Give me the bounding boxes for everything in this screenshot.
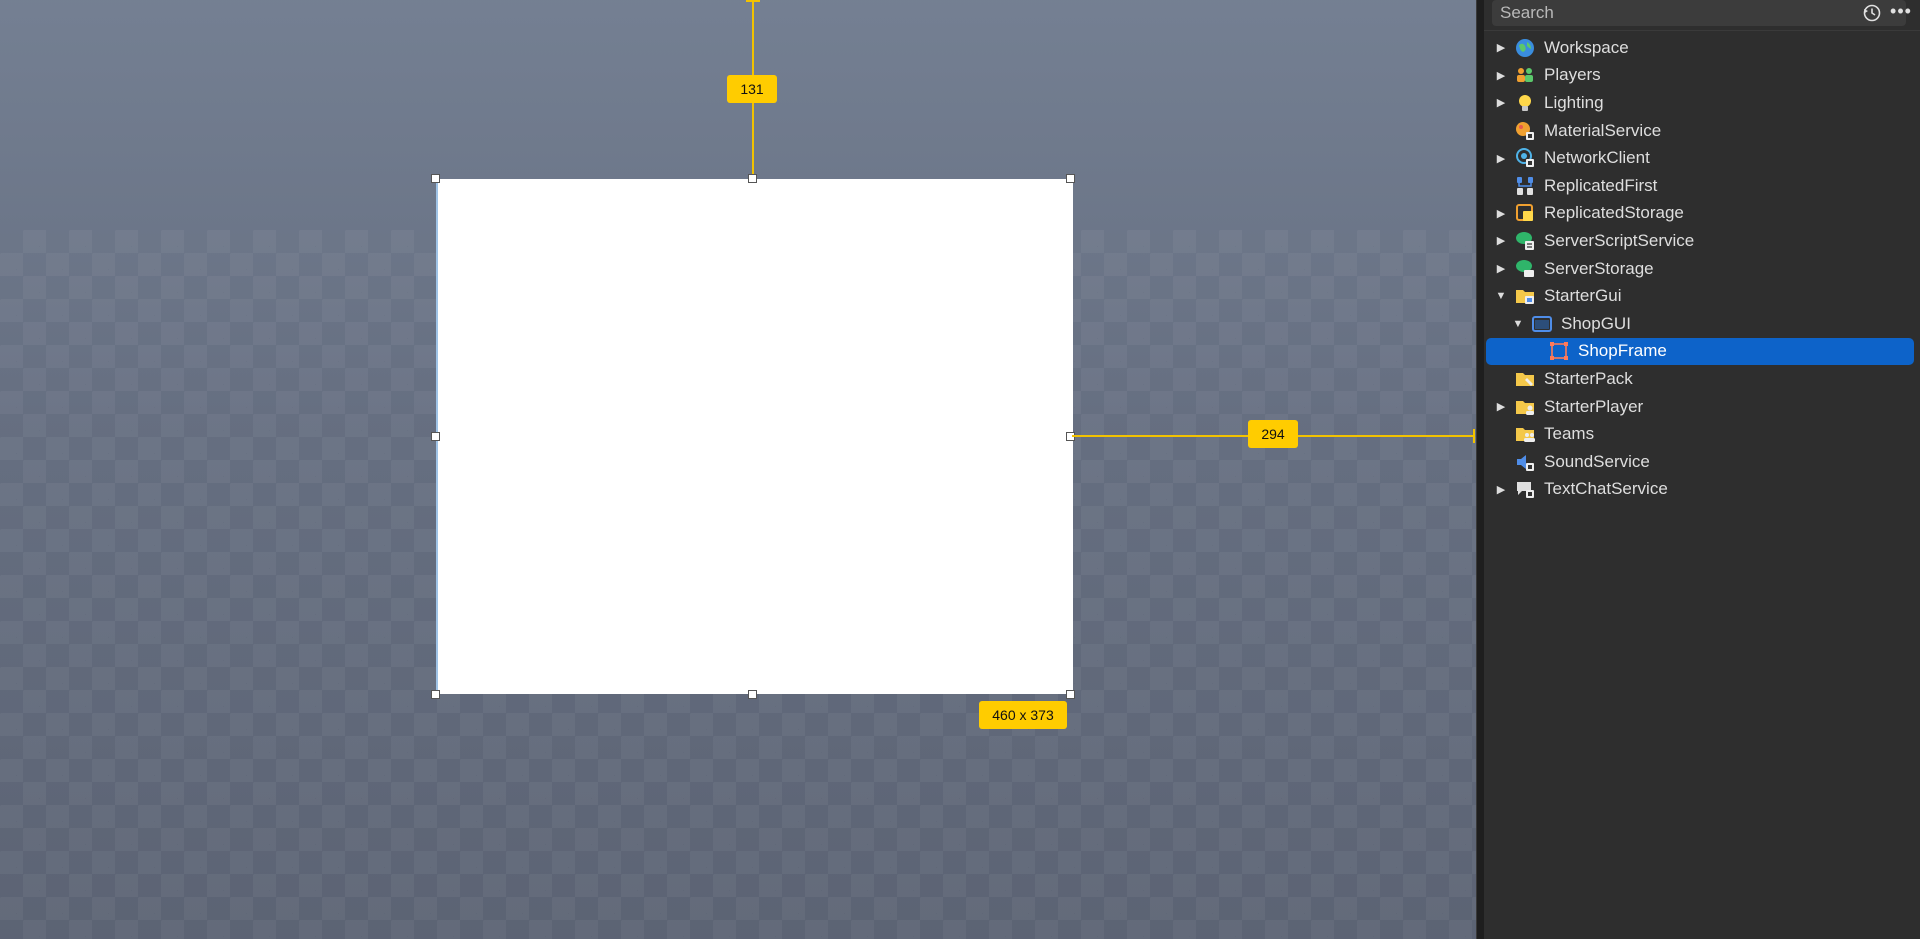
resize-handle-top-left[interactable]	[431, 174, 440, 183]
explorer-item-label: ReplicatedStorage	[1544, 203, 1684, 223]
lightbulb-icon	[1514, 92, 1536, 114]
teams-folder-icon	[1514, 423, 1536, 445]
explorer-item-label: StarterPack	[1544, 368, 1633, 388]
right-distance-label: 294	[1248, 420, 1298, 448]
expand-arrow-right-icon[interactable]: ▶	[1494, 400, 1508, 414]
more-options-icon[interactable]: •••	[1886, 0, 1916, 26]
explorer-item-workspace[interactable]: ▶ Workspace	[1484, 34, 1920, 62]
explorer-item-networkclient[interactable]: ▶ NetworkClient	[1484, 144, 1920, 172]
expand-arrow-right-icon[interactable]: ▶	[1494, 262, 1508, 276]
resize-handle-bottom-left[interactable]	[431, 690, 440, 699]
explorer-item-label: MaterialService	[1544, 120, 1662, 140]
explorer-item-label: StarterPlayer	[1544, 396, 1644, 416]
explorer-item-startergui[interactable]: ▼ StarterGui	[1484, 282, 1920, 310]
right-guide-cap	[1473, 429, 1475, 443]
expand-arrow-right-icon[interactable]: ▶	[1494, 482, 1508, 496]
explorer-item-serverscriptservice[interactable]: ▶ ServerScriptService	[1484, 227, 1920, 255]
expand-arrow-right-icon[interactable]: ▶	[1494, 206, 1508, 220]
server-script-service-icon	[1514, 230, 1536, 252]
explorer-item-starterpack[interactable]: ▶StarterPack	[1484, 365, 1920, 393]
resize-handle-bottom[interactable]	[748, 690, 757, 699]
explorer-item-label: Workspace	[1544, 37, 1629, 57]
explorer-item-label: ServerStorage	[1544, 258, 1654, 278]
search-separator	[1484, 30, 1920, 31]
explorer-item-teams[interactable]: ▶Teams	[1484, 420, 1920, 448]
explorer-item-label: SoundService	[1544, 451, 1650, 471]
explorer-item-textchatservice[interactable]: ▶ TextChatService	[1484, 476, 1920, 504]
explorer-item-replicatedstorage[interactable]: ▶ ReplicatedStorage	[1484, 200, 1920, 228]
network-client-icon	[1514, 147, 1536, 169]
explorer-item-players[interactable]: ▶ Players	[1484, 62, 1920, 90]
explorer-item-lighting[interactable]: ▶ Lighting	[1484, 89, 1920, 117]
explorer-item-label: ShopGUI	[1561, 313, 1631, 333]
starter-pack-folder-icon	[1514, 368, 1536, 390]
screen-gui-icon	[1531, 313, 1553, 335]
explorer-item-label: ServerScriptService	[1544, 230, 1695, 250]
resize-handle-top[interactable]	[748, 174, 757, 183]
explorer-item-label: ReplicatedFirst	[1544, 175, 1658, 195]
expand-arrow-right-icon[interactable]: ▶	[1494, 234, 1508, 248]
players-icon	[1514, 64, 1536, 86]
explorer-panel: ••• ▶Workspace▶Players▶Lighting▶Material…	[1484, 0, 1920, 939]
history-icon[interactable]	[1862, 3, 1882, 23]
explorer-search-input[interactable]	[1492, 0, 1848, 26]
explorer-item-materialservice[interactable]: ▶MaterialService	[1484, 117, 1920, 145]
explorer-item-label: NetworkClient	[1544, 148, 1650, 168]
explorer-item-starterplayer[interactable]: ▶ StarterPlayer	[1484, 393, 1920, 421]
workspace-globe-icon	[1514, 37, 1536, 59]
expand-arrow-right-icon[interactable]: ▶	[1494, 96, 1508, 110]
explorer-item-label: Lighting	[1544, 92, 1604, 112]
explorer-item-serverstorage[interactable]: ▶ ServerStorage	[1484, 255, 1920, 283]
expand-arrow-right-icon[interactable]: ▶	[1494, 41, 1508, 55]
text-chat-service-icon	[1514, 478, 1536, 500]
resize-handle-left[interactable]	[431, 432, 440, 441]
resize-handle-bottom-right[interactable]	[1066, 690, 1075, 699]
explorer-item-shopframe[interactable]: ▶ShopFrame	[1486, 337, 1914, 366]
top-distance-label: 131	[727, 75, 777, 103]
explorer-item-label: Players	[1544, 65, 1601, 85]
material-service-icon	[1514, 120, 1536, 142]
expand-arrow-down-icon[interactable]: ▼	[1511, 317, 1525, 331]
explorer-item-label: Teams	[1544, 424, 1595, 444]
resize-handle-top-right[interactable]	[1066, 174, 1075, 183]
explorer-item-label: TextChatService	[1544, 479, 1668, 499]
replicated-first-icon	[1514, 175, 1536, 197]
expand-arrow-right-icon[interactable]: ▶	[1494, 68, 1508, 82]
starter-player-folder-icon	[1514, 396, 1536, 418]
server-storage-icon	[1514, 258, 1536, 280]
frame-icon	[1548, 340, 1570, 362]
explorer-tree: ▶Workspace▶Players▶Lighting▶MaterialServ…	[1484, 34, 1920, 503]
sound-service-icon	[1514, 451, 1536, 473]
expand-arrow-right-icon[interactable]: ▶	[1494, 151, 1508, 165]
shop-frame-preview[interactable]	[436, 179, 1073, 694]
explorer-item-shopgui[interactable]: ▼ ShopGUI	[1484, 310, 1920, 338]
starter-gui-folder-icon	[1514, 285, 1536, 307]
explorer-item-soundservice[interactable]: ▶SoundService	[1484, 448, 1920, 476]
expand-arrow-down-icon[interactable]: ▼	[1494, 289, 1508, 303]
explorer-item-label: ShopFrame	[1578, 341, 1667, 361]
explorer-search-bar	[1492, 0, 1906, 26]
explorer-item-label: StarterGui	[1544, 286, 1622, 306]
explorer-item-replicatedfirst[interactable]: ▶ReplicatedFirst	[1484, 172, 1920, 200]
frame-size-label: 460 x 373	[979, 701, 1067, 729]
replicated-storage-icon	[1514, 202, 1536, 224]
viewport-3d[interactable]: 131 294 460 x 373	[0, 0, 1476, 939]
